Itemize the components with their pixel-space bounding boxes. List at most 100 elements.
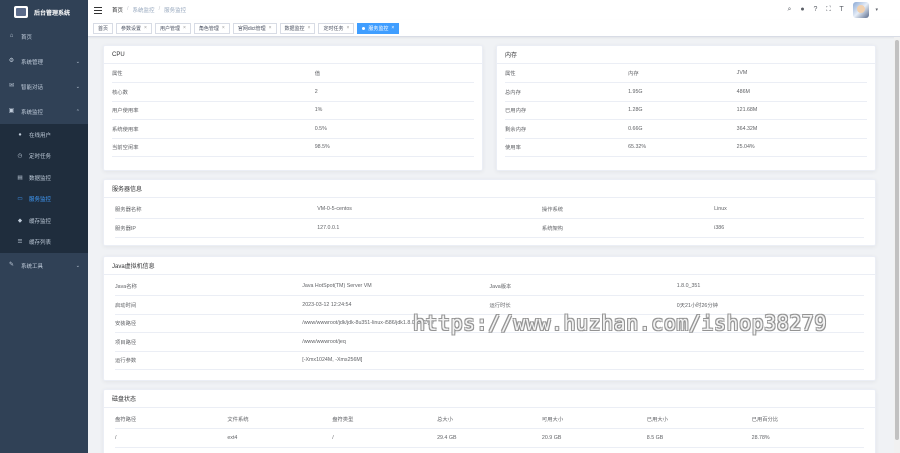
table-cell: 1% — [314, 101, 474, 120]
tag-druid[interactable]: 数据监控 × — [279, 22, 316, 34]
jvm-card-title: Java虚拟机信息 — [104, 257, 875, 275]
tool-icon: ✎ — [8, 262, 15, 268]
table-cell: 使用率 — [505, 138, 629, 157]
table-row: Java名称 Java HotSpot(TM) Server VM Java版本 1.… — [115, 277, 864, 296]
sidebar-item-home[interactable]: ⌂ 首页 — [0, 24, 88, 49]
table-header-cell: 总大小 — [437, 410, 542, 429]
redis-list-icon: ☰ — [17, 239, 23, 246]
table-cell: 28.78% — [751, 428, 864, 448]
table-cell: / — [115, 428, 228, 448]
tag-role[interactable]: 角色管理 × — [193, 22, 230, 34]
table-cell: 内存 — [628, 64, 737, 83]
table-cell: 项目路径 — [115, 332, 303, 352]
table-cell: i386 — [714, 218, 864, 238]
table-header-cell: 盘符类型 — [332, 410, 438, 429]
sidebar-item-online[interactable]: ● 在线用户 — [0, 124, 88, 146]
caret-down-icon[interactable]: ▾ — [875, 7, 878, 13]
sidebar-item-tools[interactable]: ✎ 系统工具 ⌄ — [0, 253, 88, 278]
tag-label: 服务监控 — [368, 25, 389, 32]
tag-label: 定时任务 — [323, 25, 344, 32]
avatar[interactable] — [853, 2, 870, 18]
table-cell: Linux — [714, 200, 864, 219]
table-cell: 98.5% — [314, 138, 474, 157]
table-cell: Java版本 — [489, 277, 677, 296]
close-icon[interactable]: × — [144, 25, 147, 31]
table-cell: 20.9 GB — [541, 428, 647, 448]
close-icon[interactable]: × — [391, 25, 394, 31]
table-cell: 8.5 GB — [646, 428, 752, 448]
table-cell: 29.4 GB — [437, 428, 542, 448]
table-row: 使用率 65.32% 25.04% — [505, 138, 867, 157]
druid-icon: ▤ — [17, 174, 23, 181]
close-icon[interactable]: × — [308, 25, 311, 31]
table-cell: Java HotSpot(TM) Server VM — [302, 277, 490, 296]
sidebar-item-label: 缓存监控 — [29, 218, 52, 225]
table-cell: 服务器IP — [115, 218, 318, 238]
close-icon[interactable]: × — [183, 25, 186, 31]
tag-user[interactable]: 用户管理 × — [154, 22, 191, 34]
sidebar-item-cache[interactable]: ◆ 缓存监控 — [0, 210, 88, 232]
table-cell: 属性 — [505, 64, 629, 83]
sidebar-item-druid[interactable]: ▤ 数据监控 — [0, 167, 88, 189]
job-icon: ◷ — [17, 153, 23, 160]
dashboard-icon: ⌂ — [9, 33, 14, 39]
table-cell: 总内存 — [505, 82, 629, 102]
table-row: 属性值 — [112, 64, 474, 83]
table-row: 服务器名称 VM-0-5-centos 操作系统 Linux — [115, 200, 864, 219]
sidebar-item-system[interactable]: ⚙ 系统管理 ⌄ — [0, 49, 88, 74]
breadcrumb-separator: / — [158, 6, 161, 12]
tag-label: 参数设置 — [121, 25, 142, 32]
close-icon[interactable]: × — [346, 25, 349, 31]
github-icon[interactable]: ● — [798, 6, 806, 14]
app-title: 后台管理系统 — [34, 10, 71, 17]
cpu-card-title: CPU — [104, 46, 482, 64]
table-cell: 用户使用率 — [112, 101, 315, 120]
sidebar-item-cache-list[interactable]: ☰ 缓存列表 — [0, 232, 88, 254]
server-card: 服务器信息 服务器名称 VM-0-5-centos 操作系统 Linux 服务器IP 1… — [103, 179, 876, 246]
sidebar-item-label: 数据监控 — [29, 175, 52, 182]
table-cell: 启动时间 — [115, 295, 303, 315]
sidebar-item-server[interactable]: ▭ 服务监控 — [0, 189, 88, 211]
table-header-cell: 已用百分比 — [751, 410, 864, 429]
close-icon[interactable]: × — [269, 25, 272, 31]
table-cell: 2 — [314, 82, 474, 102]
breadcrumb-home[interactable]: 首页 — [112, 6, 123, 14]
font-size-icon[interactable]: T — [837, 6, 845, 14]
table-row: 项目路径/www/wwwroot/jeq — [115, 332, 864, 352]
server-icon: ▭ — [17, 196, 23, 203]
sidebar-item-monitor[interactable]: ▣ 系统监控 ⌃ — [0, 99, 88, 124]
chevron-down-icon: ⌄ — [75, 58, 80, 65]
sidebar-item-label: 服务监控 — [29, 197, 52, 204]
sidebar-item-label: 系统管理 — [21, 59, 44, 66]
table-header-cell: 可用大小 — [541, 410, 647, 429]
chat-icon: ✉ — [8, 83, 15, 89]
disk-card: 磁盘状态 盘符路径 文件系统 盘符类型 总大小 可用大小 已用大小 已用百分比 … — [103, 389, 876, 453]
hamburger-icon[interactable] — [94, 6, 102, 14]
table-cell: 运行参数 — [115, 351, 303, 370]
table-cell: 安装路径 — [115, 314, 303, 333]
sidebar-item-chat[interactable]: ✉ 智能对话 ⌄ — [0, 74, 88, 99]
tag-config[interactable]: 参数设置 × — [116, 22, 152, 34]
tag-job[interactable]: 定时任务 × — [318, 22, 355, 34]
scrollbar-thumb[interactable] — [895, 40, 899, 440]
fullscreen-icon[interactable]: ⛶ — [824, 6, 832, 14]
close-icon[interactable]: × — [222, 25, 225, 31]
search-icon[interactable]: ⌕ — [785, 6, 793, 14]
table-row: 总内存 1.95G 486M — [505, 82, 867, 102]
question-icon[interactable]: ? — [811, 6, 819, 14]
monitor-icon: ▣ — [8, 108, 15, 114]
table-cell: 当前空闲率 — [112, 138, 315, 157]
table-cell: /www/wwwroot/jeq — [302, 332, 864, 352]
sidebar-item-job[interactable]: ◷ 定时任务 — [0, 146, 88, 168]
sidebar: 后台管理系统 ⌂ 首页 ⚙ 系统管理 ⌄ ✉ 智能对话 ⌄ ▣ 系统监控 ⌃ ●… — [0, 0, 88, 453]
tag-home[interactable]: 首页 — [93, 22, 114, 34]
memory-table: 属性 内存 JVM 总内存 1.95G 486M 已用内存 1.28G 121.68M 剩余… — [505, 64, 867, 157]
table-cell: 剩余内存 — [505, 119, 629, 139]
tag-dict[interactable]: 官网dict管理 × — [232, 22, 277, 34]
app-logo[interactable]: 后台管理系统 — [0, 0, 88, 24]
sidebar-item-label: 缓存列表 — [29, 240, 52, 247]
tag-server[interactable]: 服务监控 × — [357, 22, 400, 34]
table-cell: / — [332, 428, 438, 448]
table-header-cell: 文件系统 — [227, 410, 333, 429]
table-row: 剩余内存 0.66G 364.32M — [505, 119, 867, 139]
